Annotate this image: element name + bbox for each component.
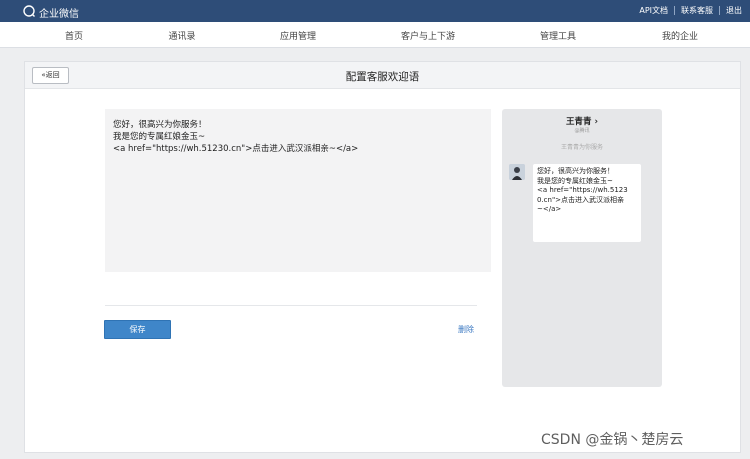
editor-line: <a href="https://wh.51230.cn">点击进入武汉派相亲~… [113, 144, 359, 154]
save-button[interactable]: 保存 [104, 320, 171, 339]
preview-contact-org: @腾讯 [574, 128, 590, 134]
brand-name: 企业微信 [39, 9, 79, 20]
bubble-line: <a href="https://wh.5123 [537, 186, 628, 194]
top-bar: 企业微信 API文档 联系客服 退出 [0, 0, 750, 22]
bubble-line: 我是您的专属红娘金玉~ [537, 176, 613, 185]
page-title: 配置客服欢迎语 [345, 71, 420, 83]
separator [719, 6, 720, 15]
watermark: CSDN @金锅丶楚房云 [541, 432, 684, 448]
editor-line: 我是您的专属红娘金玉~ [113, 132, 206, 142]
preview-contact-name: 王青青 › [566, 117, 598, 127]
separator [674, 6, 675, 15]
preview-message-bubble: 您好，很高兴为你服务！ 我是您的专属红娘金玉~ <a href="https:/… [533, 164, 641, 242]
bubble-line: 您好，很高兴为你服务！ [537, 167, 614, 175]
preview-service-note: 王青青为你服务 [560, 144, 603, 151]
brand-logo[interactable]: 企业微信 [22, 4, 79, 21]
nav-customers[interactable]: 客户与上下游 [401, 29, 455, 42]
nav-app-management[interactable]: 应用管理 [280, 29, 316, 42]
top-links: API文档 联系客服 退出 [639, 5, 742, 16]
avatar [509, 164, 525, 180]
nav-home[interactable]: 首页 [65, 29, 83, 42]
nav-my-enterprise[interactable]: 我的企业 [662, 29, 698, 42]
main-nav: 首页 通讯录 应用管理 客户与上下游 管理工具 我的企业 [0, 22, 750, 48]
api-docs-link[interactable]: API文档 [639, 5, 668, 16]
logout-link[interactable]: 退出 [726, 5, 742, 16]
bubble-line: ~</a> [537, 205, 562, 213]
editor-line: 您好，很高兴为你服务！ [113, 120, 207, 130]
phone-preview: 王青青 › @腾讯 王青青为你服务 您好，很高兴为你服务！ 我是您的专属红娘金玉… [502, 109, 662, 387]
nav-contacts[interactable]: 通讯录 [168, 29, 195, 42]
chat-bubble-icon [22, 4, 36, 21]
welcome-message-editor[interactable]: 您好，很高兴为你服务！ 我是您的专属红娘金玉~ <a href="https:/… [105, 109, 491, 272]
divider [105, 305, 477, 306]
contact-support-link[interactable]: 联系客服 [681, 5, 713, 16]
bubble-line: 0.cn">点击进入武汉派相亲 [537, 195, 625, 204]
delete-link[interactable]: 删除 [458, 324, 474, 335]
nav-management-tools[interactable]: 管理工具 [540, 29, 576, 42]
config-card: «返回 配置客服欢迎语 您好，很高兴为你服务！ 我是您的专属红娘金玉~ <a h… [24, 61, 741, 453]
card-header: «返回 配置客服欢迎语 [25, 62, 740, 89]
